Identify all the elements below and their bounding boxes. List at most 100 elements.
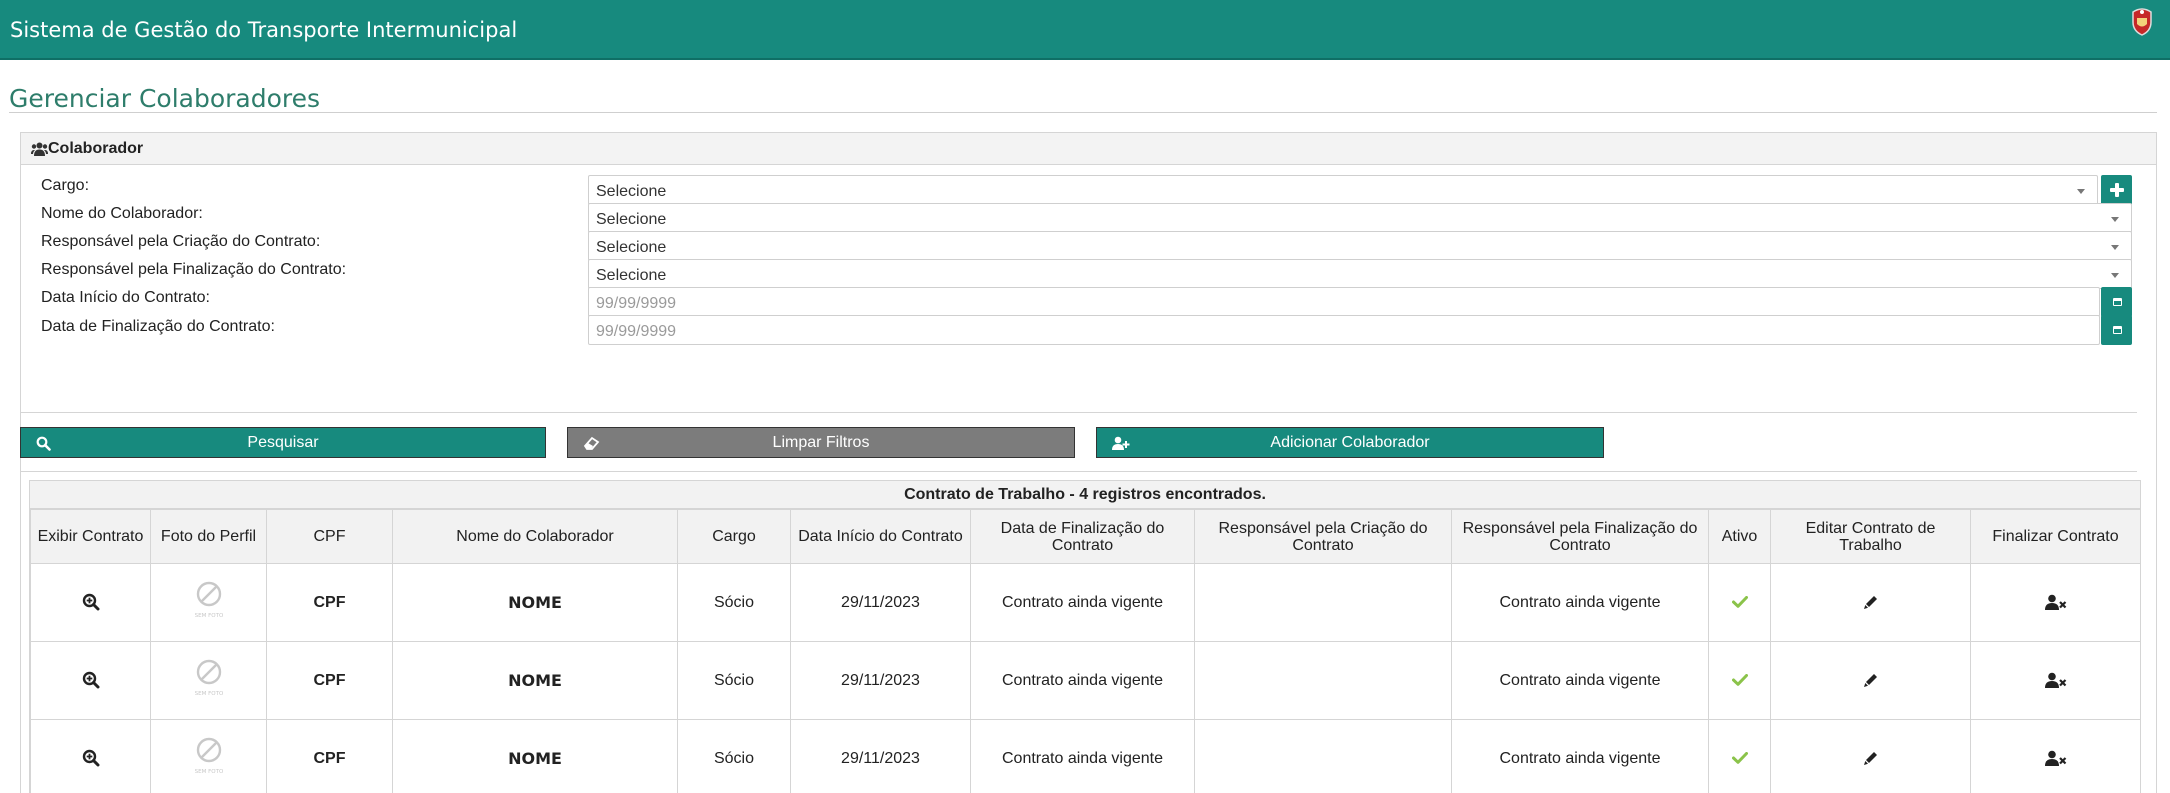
- column-header: Exibir Contrato: [30, 509, 151, 564]
- search-button[interactable]: Pesquisar: [20, 427, 546, 458]
- title-divider: [9, 112, 2157, 113]
- chevron-down-icon: [2111, 217, 2119, 222]
- resp-criacao-cell: [1194, 641, 1452, 720]
- edit-contract-cell[interactable]: [1770, 563, 1971, 642]
- table-row: SEM FOTO CPF NOME Sócio 29/11/2023 Contr…: [30, 719, 2141, 793]
- user-remove-icon[interactable]: [2044, 750, 2067, 767]
- results-caption: Contrato de Trabalho - 4 registros encon…: [30, 481, 2140, 509]
- panel-title: Colaborador: [48, 140, 144, 157]
- column-header: Responsável pela Criação do Contrato: [1194, 509, 1452, 564]
- finalize-contract-cell[interactable]: [1970, 641, 2141, 720]
- active-cell: [1708, 719, 1771, 793]
- data-inicio-cell: 29/11/2023: [790, 641, 971, 720]
- user-remove-icon[interactable]: [2044, 672, 2067, 689]
- profile-photo-cell: SEM FOTO: [150, 719, 267, 793]
- view-contract-cell[interactable]: [30, 641, 151, 720]
- nome-cell: NOME: [392, 641, 678, 720]
- zoom-in-icon[interactable]: [82, 749, 100, 767]
- column-header: Nome do Colaborador: [392, 509, 678, 564]
- column-header: Data Início do Contrato: [790, 509, 971, 564]
- table-header-row: Exibir Contrato Foto do Perfil CPF Nome …: [30, 509, 2141, 564]
- resp-criacao-label: Responsável pela Criação do Contrato:: [41, 233, 321, 250]
- check-icon: [1731, 752, 1748, 765]
- cargo-label: Cargo:: [41, 177, 90, 194]
- pencil-icon[interactable]: [1863, 672, 1879, 688]
- finalize-contract-cell[interactable]: [1970, 563, 2141, 642]
- resp-criacao-cell: [1194, 563, 1452, 642]
- add-colaborador-button[interactable]: Adicionar Colaborador: [1096, 427, 1604, 458]
- calendar-icon: [2113, 298, 2122, 306]
- calendar-icon: [2113, 326, 2122, 334]
- column-header: Foto do Perfil: [150, 509, 267, 564]
- zoom-in-icon[interactable]: [82, 593, 100, 611]
- add-cargo-button[interactable]: [2101, 175, 2132, 205]
- active-cell: [1708, 563, 1771, 642]
- cpf-cell: CPF: [266, 563, 393, 642]
- results-grid: Contrato de Trabalho - 4 registros encon…: [29, 480, 2141, 793]
- column-header: CPF: [266, 509, 393, 564]
- nome-colaborador-select-value: Selecione: [596, 211, 667, 228]
- cpf-cell: CPF: [266, 641, 393, 720]
- resp-criacao-select[interactable]: Selecione: [588, 231, 2132, 261]
- cargo-cell: Sócio: [677, 719, 791, 793]
- app-title: Sistema de Gestão do Transporte Intermun…: [10, 18, 518, 42]
- cargo-cell: Sócio: [677, 641, 791, 720]
- nome-cell: NOME: [392, 563, 678, 642]
- resp-finalizacao-cell: Contrato ainda vigente: [1451, 563, 1709, 642]
- cargo-cell: Sócio: [677, 563, 791, 642]
- nome-cell: NOME: [392, 719, 678, 793]
- profile-photo-cell: SEM FOTO: [150, 641, 267, 720]
- finalize-contract-cell[interactable]: [1970, 719, 2141, 793]
- clear-filters-label: Limpar Filtros: [772, 434, 870, 451]
- no-photo-icon: SEM FOTO: [194, 659, 223, 697]
- check-icon: [1731, 596, 1748, 609]
- data-final-cell: Contrato ainda vigente: [970, 563, 1195, 642]
- edit-contract-cell[interactable]: [1770, 719, 1971, 793]
- state-crest-icon: [2132, 8, 2152, 36]
- resp-criacao-select-value: Selecione: [596, 239, 667, 256]
- cargo-select[interactable]: Selecione: [588, 175, 2098, 205]
- view-contract-cell[interactable]: [30, 719, 151, 793]
- data-inicio-calendar-button[interactable]: [2101, 287, 2132, 317]
- data-final-label: Data de Finalização do Contrato:: [41, 318, 275, 335]
- data-inicio-input[interactable]: 99/99/9999: [588, 287, 2100, 317]
- page-title: Gerenciar Colaboradores: [9, 84, 321, 113]
- column-header: Data de Finalização do Contrato: [970, 509, 1195, 564]
- actions-divider: [20, 471, 2137, 472]
- column-header: Ativo: [1708, 509, 1771, 564]
- chevron-down-icon: [2111, 273, 2119, 278]
- resp-finalizacao-cell: Contrato ainda vigente: [1451, 641, 1709, 720]
- data-final-placeholder: 99/99/9999: [596, 323, 677, 340]
- column-header: Responsável pela Finalização do Contrato: [1451, 509, 1709, 564]
- column-header: Editar Contrato de Trabalho: [1770, 509, 1971, 564]
- zoom-in-icon[interactable]: [82, 671, 100, 689]
- table-row: SEM FOTO CPF NOME Sócio 29/11/2023 Contr…: [30, 563, 2141, 642]
- view-contract-cell[interactable]: [30, 563, 151, 642]
- profile-photo-cell: SEM FOTO: [150, 563, 267, 642]
- data-final-input[interactable]: 99/99/9999: [588, 315, 2100, 345]
- data-inicio-cell: 29/11/2023: [790, 719, 971, 793]
- cargo-select-value: Selecione: [596, 183, 667, 200]
- add-colaborador-label: Adicionar Colaborador: [1270, 434, 1430, 451]
- resp-criacao-cell: [1194, 719, 1452, 793]
- pencil-icon[interactable]: [1863, 594, 1879, 610]
- data-final-calendar-button[interactable]: [2101, 315, 2132, 345]
- data-final-cell: Contrato ainda vigente: [970, 719, 1195, 793]
- resp-finalizacao-select[interactable]: Selecione: [588, 259, 2132, 289]
- resp-finalizacao-cell: Contrato ainda vigente: [1451, 719, 1709, 793]
- nome-colaborador-select[interactable]: Selecione: [588, 203, 2132, 233]
- resp-finalizacao-label: Responsável pela Finalização do Contrato…: [41, 261, 347, 278]
- no-photo-caption: SEM FOTO: [194, 691, 223, 697]
- no-photo-icon: SEM FOTO: [194, 581, 223, 619]
- clear-filters-button[interactable]: Limpar Filtros: [567, 427, 1075, 458]
- pencil-icon[interactable]: [1863, 750, 1879, 766]
- no-photo-caption: SEM FOTO: [194, 613, 223, 619]
- chevron-down-icon: [2111, 245, 2119, 250]
- resp-finalizacao-select-value: Selecione: [596, 267, 667, 284]
- user-remove-icon[interactable]: [2044, 594, 2067, 611]
- active-cell: [1708, 641, 1771, 720]
- column-header: Cargo: [677, 509, 791, 564]
- data-final-cell: Contrato ainda vigente: [970, 641, 1195, 720]
- panel-header: Colaborador: [21, 133, 2156, 165]
- edit-contract-cell[interactable]: [1770, 641, 1971, 720]
